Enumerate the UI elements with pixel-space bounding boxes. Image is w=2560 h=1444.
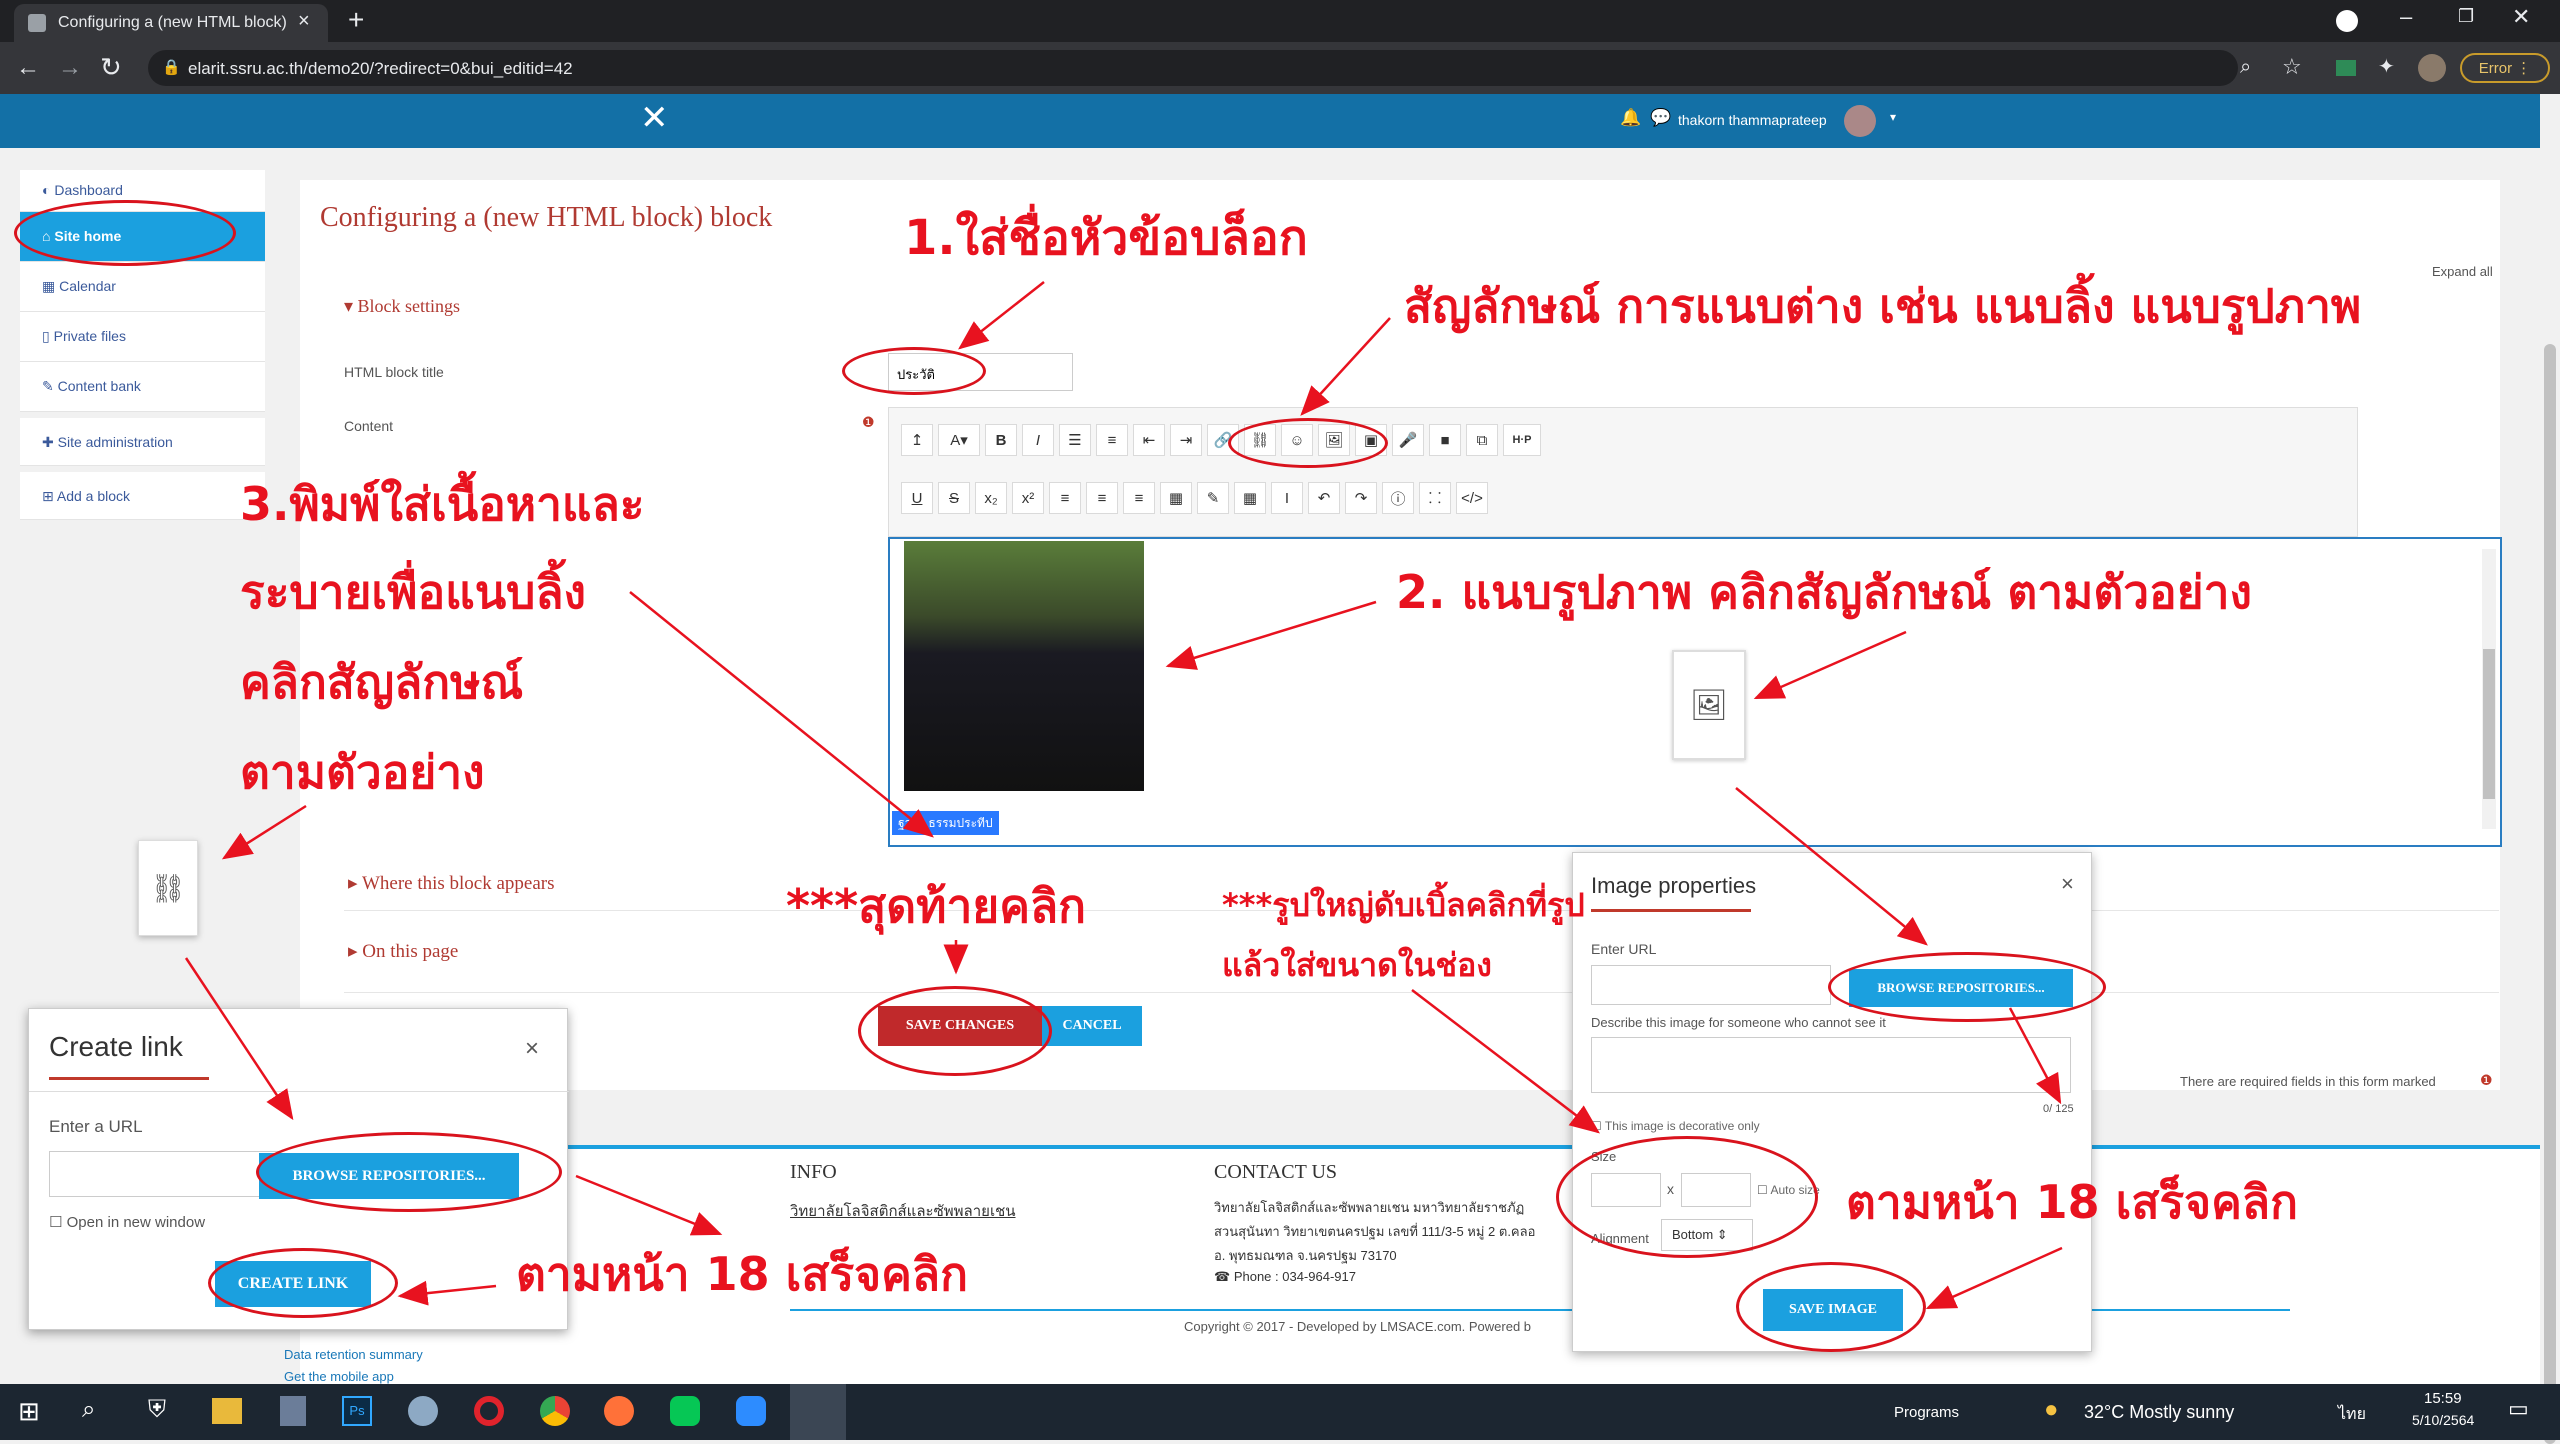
line-icon[interactable] [670, 1396, 700, 1426]
windows-start-icon[interactable]: ⊞ [18, 1396, 40, 1427]
arrow [1735, 787, 1928, 946]
clock-date[interactable]: 5/10/2564 [2412, 1412, 2474, 1428]
arrow [629, 591, 934, 838]
shield-icon[interactable]: ⛨ [148, 1396, 166, 1424]
programs-label[interactable]: Programs [1894, 1404, 1959, 1421]
arrow [1925, 1246, 2063, 1310]
arrow [1300, 317, 1391, 416]
arrow [397, 1280, 497, 1306]
arrow [2008, 1007, 2062, 1105]
search-icon[interactable]: ⌕ [82, 1396, 95, 1424]
chrome-active-icon[interactable] [790, 1384, 846, 1440]
notification-icon[interactable]: ▭ [2508, 1396, 2529, 1422]
chrome-icon[interactable] [540, 1396, 570, 1426]
weather-icon: ● [2044, 1396, 2059, 1423]
language-indicator[interactable]: ไทย [2338, 1402, 2366, 1427]
arrow [1753, 630, 1907, 700]
weather-text[interactable]: 32°C Mostly sunny [2084, 1402, 2234, 1423]
arrow [1411, 989, 1600, 1134]
arrow [575, 1174, 723, 1236]
arrow [184, 957, 294, 1121]
arrow [1165, 600, 1377, 670]
clock-time[interactable]: 15:59 [2424, 1390, 2462, 1407]
arrow [958, 281, 1045, 350]
photoshop-icon[interactable]: Ps [342, 1396, 372, 1426]
explorer-icon[interactable] [212, 1398, 242, 1424]
zoom-icon[interactable] [736, 1396, 766, 1426]
app-icon[interactable] [408, 1396, 438, 1426]
opera-icon[interactable] [474, 1396, 504, 1426]
windows-taskbar: ⊞ ⌕ ⛨ Ps Programs ● 32°C Mostly sunny ไท… [0, 1384, 2560, 1440]
calculator-icon[interactable] [280, 1396, 306, 1426]
arrow [221, 804, 307, 860]
firefox-icon[interactable] [604, 1396, 634, 1426]
annotation-arrows [184, 281, 2063, 1310]
